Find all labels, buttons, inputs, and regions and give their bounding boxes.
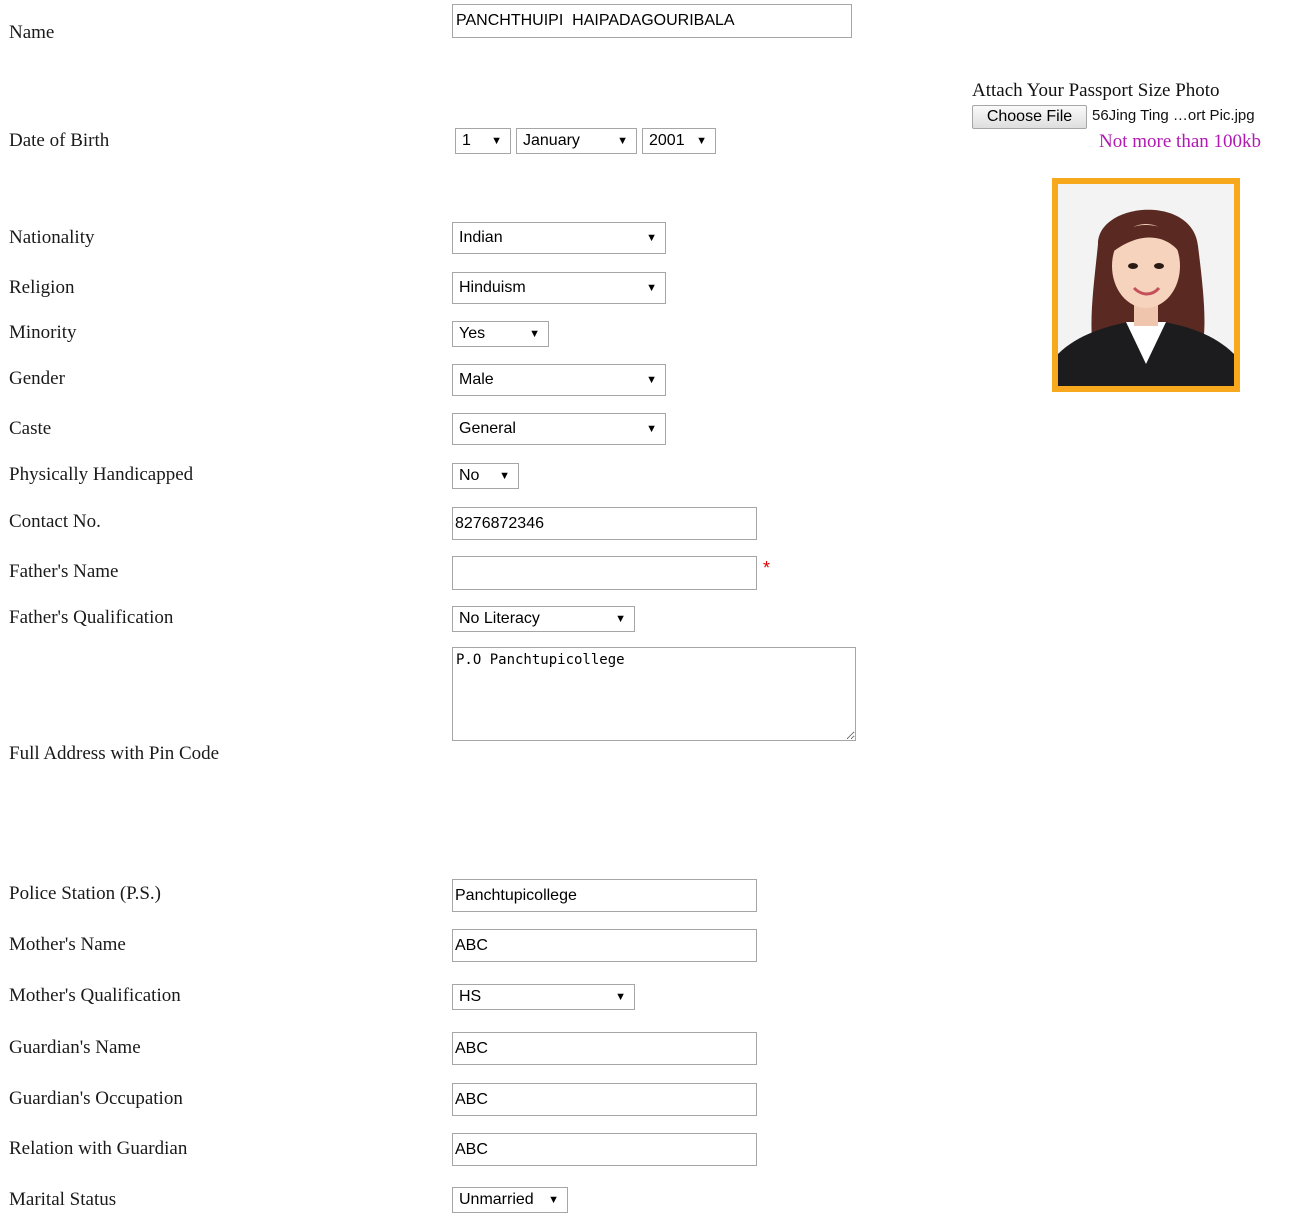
gender-select[interactable]: Male ▼: [452, 364, 666, 396]
chevron-down-icon: ▼: [548, 1194, 559, 1206]
address-textarea[interactable]: P.O Panchtupicollege: [452, 647, 856, 741]
dob-day-select[interactable]: 1 ▼: [455, 128, 511, 154]
chevron-down-icon: ▼: [646, 374, 657, 386]
handicapped-value: No: [459, 467, 480, 484]
selected-file-name: 56Jing Ting …ort Pic.jpg: [1092, 107, 1255, 124]
dob-year-select[interactable]: 2001 ▼: [642, 128, 716, 154]
choose-file-button[interactable]: Choose File: [972, 105, 1087, 129]
mother-name-input[interactable]: [452, 929, 757, 962]
chevron-down-icon: ▼: [646, 282, 657, 294]
chevron-down-icon: ▼: [529, 328, 540, 340]
religion-label: Religion: [9, 277, 75, 298]
nationality-value: Indian: [459, 229, 503, 246]
dob-month-select[interactable]: January ▼: [516, 128, 637, 154]
guardian-name-input[interactable]: [452, 1032, 757, 1065]
photo-upload-label: Attach Your Passport Size Photo: [972, 80, 1220, 101]
mother-name-label: Mother's Name: [9, 934, 126, 955]
handicapped-label: Physically Handicapped: [9, 464, 194, 485]
mother-qual-select[interactable]: HS ▼: [452, 984, 635, 1010]
contact-input[interactable]: [452, 507, 757, 540]
chevron-down-icon: ▼: [646, 232, 657, 244]
religion-select[interactable]: Hinduism ▼: [452, 272, 666, 304]
guardian-occupation-label: Guardian's Occupation: [9, 1088, 183, 1109]
caste-label: Caste: [9, 418, 52, 439]
father-name-input[interactable]: [452, 556, 757, 590]
guardian-name-label: Guardian's Name: [9, 1037, 141, 1058]
dob-label: Date of Birth: [9, 130, 110, 151]
police-station-label: Police Station (P.S.): [9, 883, 162, 904]
contact-label: Contact No.: [9, 511, 101, 532]
marital-status-select[interactable]: Unmarried ▼: [452, 1187, 568, 1213]
chevron-down-icon: ▼: [646, 423, 657, 435]
address-label: Full Address with Pin Code: [9, 743, 220, 764]
chevron-down-icon: ▼: [617, 135, 628, 147]
dob-day-value: 1: [462, 132, 471, 149]
photo-size-note: Not more than 100kb: [1099, 131, 1262, 152]
passport-photo-preview: [1052, 178, 1240, 392]
dob-month-value: January: [523, 132, 580, 149]
relation-label: Relation with Guardian: [9, 1138, 188, 1159]
father-qual-select[interactable]: No Literacy ▼: [452, 606, 635, 632]
mother-qual-value: HS: [459, 988, 482, 1005]
chevron-down-icon: ▼: [499, 470, 510, 482]
nationality-select[interactable]: Indian ▼: [452, 222, 666, 254]
chevron-down-icon: ▼: [615, 613, 626, 625]
caste-value: General: [459, 420, 516, 437]
chevron-down-icon: ▼: [696, 135, 707, 147]
marital-status-value: Unmarried: [459, 1191, 534, 1208]
dob-year-value: 2001: [649, 132, 685, 149]
marital-status-label: Marital Status: [9, 1189, 117, 1210]
chevron-down-icon: ▼: [491, 135, 502, 147]
police-station-input[interactable]: [452, 879, 757, 912]
required-asterisk: *: [763, 558, 771, 578]
relation-input[interactable]: [452, 1133, 757, 1166]
minority-label: Minority: [9, 322, 77, 343]
caste-select[interactable]: General ▼: [452, 413, 666, 445]
chevron-down-icon: ▼: [615, 991, 626, 1003]
nationality-label: Nationality: [9, 227, 95, 248]
gender-label: Gender: [9, 368, 65, 389]
portrait-image: [1058, 184, 1234, 386]
father-name-label: Father's Name: [9, 561, 119, 582]
name-label: Name: [9, 22, 55, 43]
father-qual-label: Father's Qualification: [9, 607, 174, 628]
minority-value: Yes: [459, 325, 486, 342]
mother-qual-label: Mother's Qualification: [9, 985, 181, 1006]
name-input[interactable]: [452, 4, 852, 38]
minority-select[interactable]: Yes ▼: [452, 321, 549, 347]
guardian-occupation-input[interactable]: [452, 1083, 757, 1116]
father-qual-value: No Literacy: [459, 610, 540, 627]
gender-value: Male: [459, 371, 494, 388]
religion-value: Hinduism: [459, 279, 526, 296]
handicapped-select[interactable]: No ▼: [452, 463, 519, 489]
